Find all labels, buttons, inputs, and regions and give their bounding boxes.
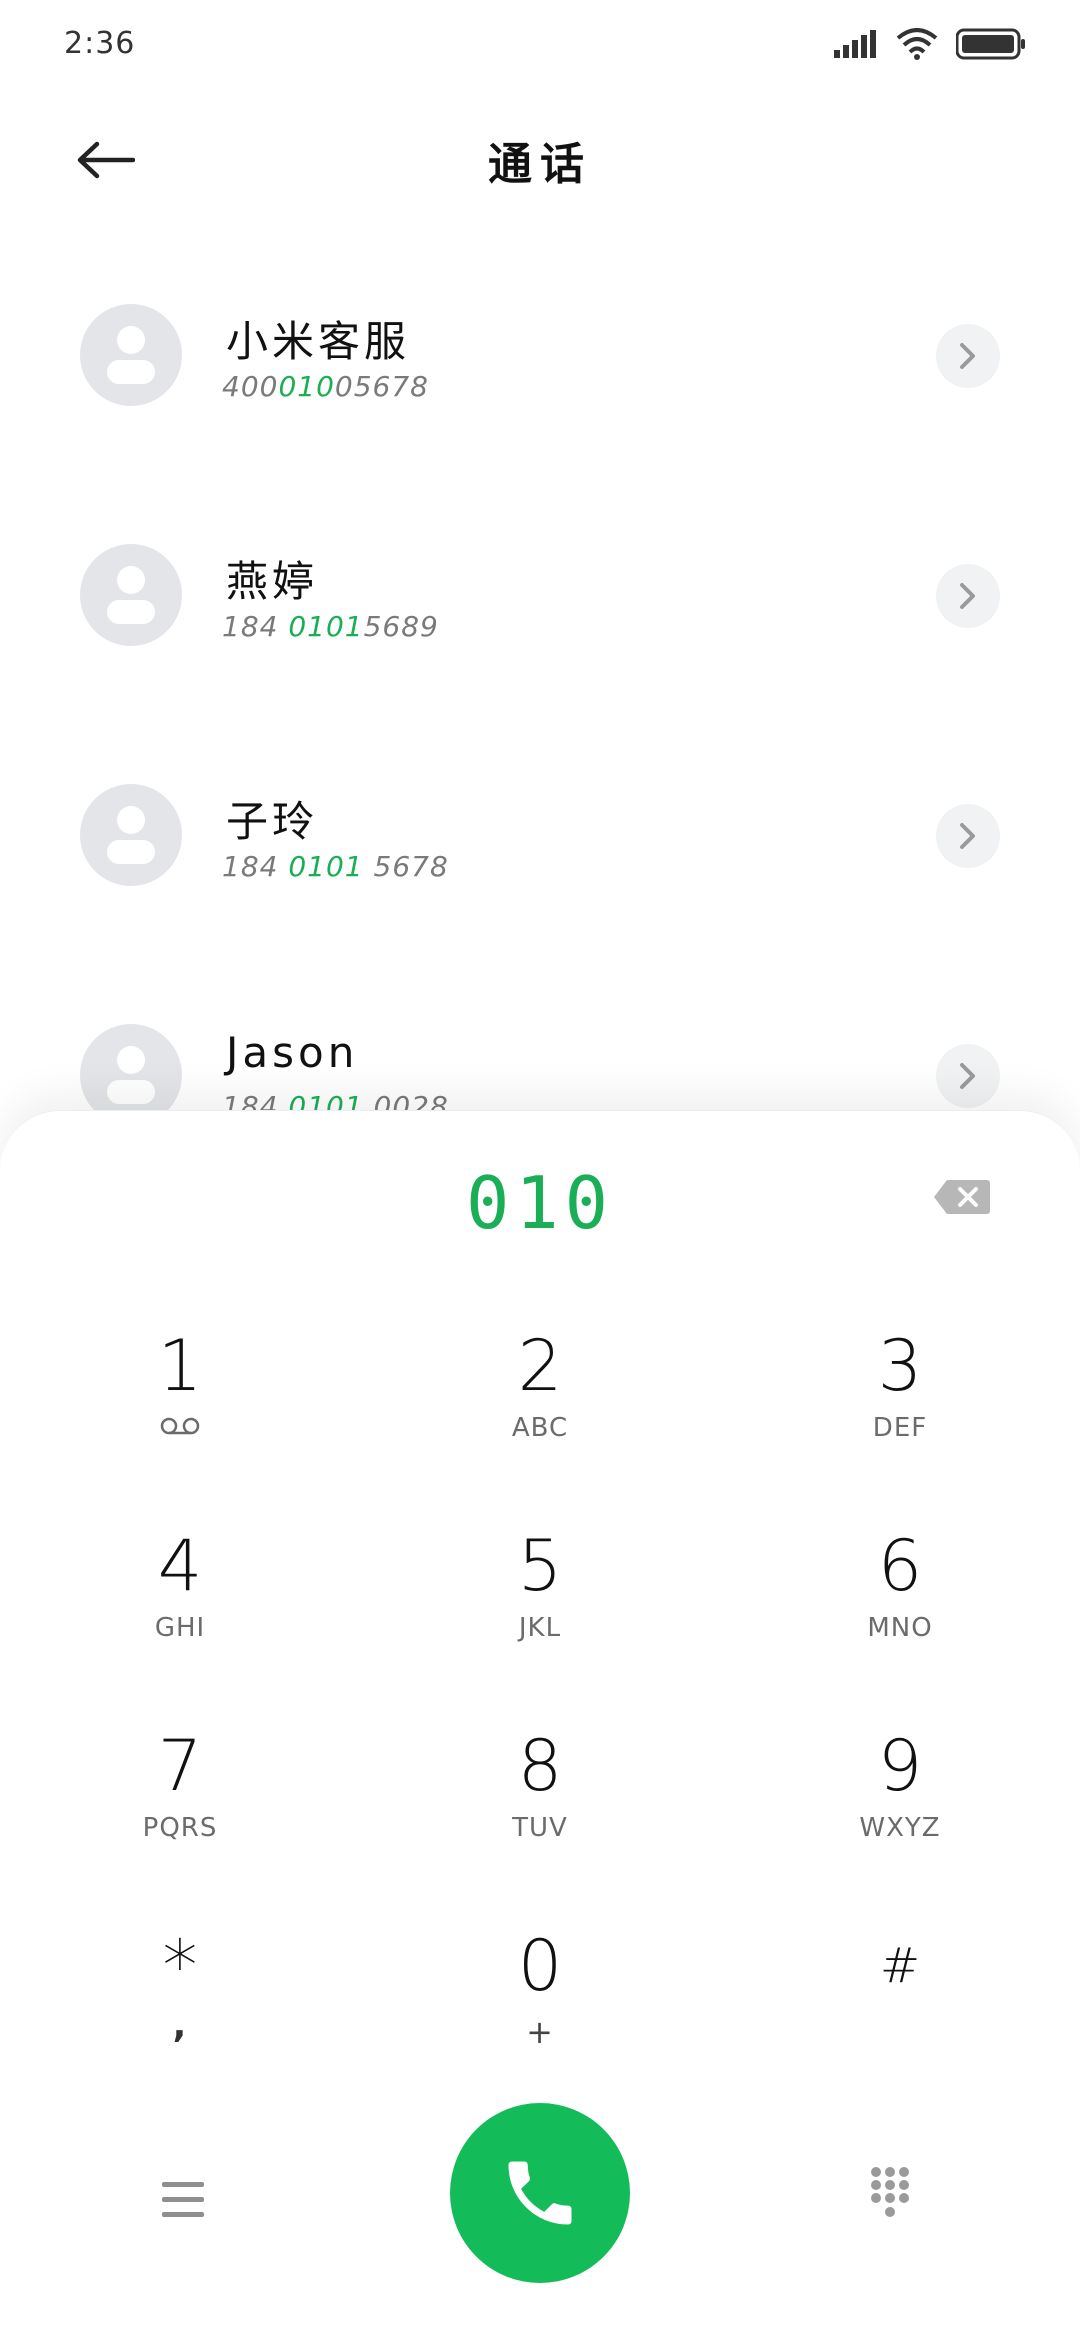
key-letters: TUV <box>512 1813 568 1843</box>
key-digit: 7 <box>157 1725 203 1807</box>
header: 通话 <box>0 100 1080 220</box>
chevron-right-icon <box>960 823 975 849</box>
avatar <box>80 304 182 406</box>
signal-icon <box>834 30 876 58</box>
key-letters: ABC <box>511 1413 569 1443</box>
dialpad-icon <box>871 2167 909 2217</box>
key-star[interactable]: * , <box>30 1921 330 2101</box>
key-digit: 1 <box>157 1325 203 1407</box>
contact-item[interactable]: 子玲 184 0101 5678 <box>0 730 1080 970</box>
contact-name: 燕婷 <box>226 557 319 606</box>
menu-button[interactable] <box>160 2180 206 2224</box>
key-letters <box>30 1413 330 1443</box>
key-letters: GHI <box>154 1613 206 1643</box>
backspace-button[interactable] <box>932 1173 992 1221</box>
status-bar: 2:36 <box>0 0 1080 100</box>
contact-detail-button[interactable] <box>936 804 1000 868</box>
key-7[interactable]: 7 PQRS <box>30 1721 330 1901</box>
chevron-right-icon <box>960 583 975 609</box>
key-digit: 2 <box>517 1325 563 1407</box>
contact-item[interactable]: 燕婷 184 01015689 <box>0 490 1080 730</box>
status-icons <box>834 28 1026 60</box>
key-digit: * <box>162 1925 198 2007</box>
key-letters: PQRS <box>142 1813 218 1843</box>
key-8[interactable]: 8 TUV <box>390 1721 690 1901</box>
chevron-right-icon <box>960 1063 975 1089</box>
key-6[interactable]: 6 MNO <box>750 1521 1050 1701</box>
key-digit: 0 <box>517 1925 563 2007</box>
key-0[interactable]: 0 + <box>390 1921 690 2101</box>
key-digit: 9 <box>877 1725 923 1807</box>
chevron-right-icon <box>960 343 975 369</box>
contact-detail-button[interactable] <box>936 324 1000 388</box>
battery-icon <box>956 28 1025 60</box>
key-letters: WXYZ <box>859 1813 941 1843</box>
contact-detail-button[interactable] <box>936 1044 1000 1108</box>
key-letters: DEF <box>872 1413 928 1443</box>
contact-detail-button[interactable] <box>936 564 1000 628</box>
page-title: 通话 <box>488 139 592 190</box>
dialpad-toggle-button[interactable] <box>868 2166 912 2222</box>
key-letters: , <box>172 2005 188 2046</box>
key-1[interactable]: 1 <box>30 1321 330 1501</box>
call-button[interactable] <box>450 2103 630 2283</box>
backspace-icon <box>934 1180 990 1214</box>
key-digit: 6 <box>877 1525 923 1607</box>
key-2[interactable]: 2 ABC <box>390 1321 690 1501</box>
key-digit: 5 <box>517 1525 563 1607</box>
voicemail-icon <box>160 1417 200 1435</box>
key-letters: JKL <box>518 1613 562 1643</box>
phone-icon <box>508 2161 572 2225</box>
contact-name: Jason <box>226 1028 359 1077</box>
wifi-icon <box>896 28 938 60</box>
contact-number: 184 01015689 <box>222 610 439 643</box>
contact-name: 子玲 <box>226 797 319 846</box>
avatar <box>80 784 182 886</box>
menu-icon <box>162 2182 204 2217</box>
key-3[interactable]: 3 DEF <box>750 1321 1050 1501</box>
key-9[interactable]: 9 WXYZ <box>750 1721 1050 1901</box>
key-hash[interactable]: # <box>750 1921 1050 2101</box>
avatar <box>80 544 182 646</box>
key-digit: 4 <box>157 1525 203 1607</box>
key-digit: # <box>879 1938 921 1994</box>
key-letters: + <box>526 2013 554 2051</box>
contact-number: 40001005678 <box>222 370 429 403</box>
contact-list: 小米客服 40001005678 燕婷 184 01015689 子玲 184 … <box>0 250 1080 1210</box>
key-digit: 8 <box>517 1725 563 1807</box>
key-4[interactable]: 4 GHI <box>30 1521 330 1701</box>
dialed-number: 010 <box>465 1161 615 1245</box>
key-digit: 3 <box>877 1325 923 1407</box>
contact-number: 184 0101 5678 <box>222 850 449 883</box>
status-time: 2:36 <box>64 26 136 61</box>
contact-item[interactable]: 小米客服 40001005678 <box>0 250 1080 490</box>
key-5[interactable]: 5 JKL <box>390 1521 690 1701</box>
contact-name: 小米客服 <box>226 317 411 366</box>
key-letters: MNO <box>867 1613 933 1643</box>
